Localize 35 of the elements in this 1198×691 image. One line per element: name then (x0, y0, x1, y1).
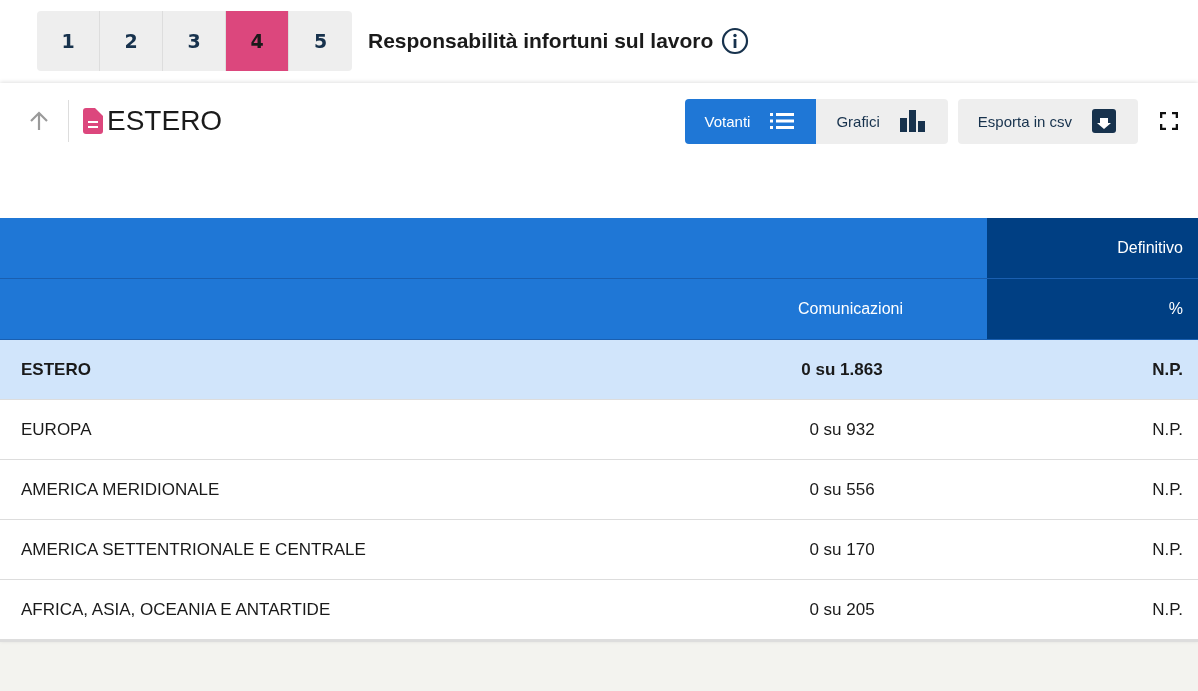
table-cell-text: 0 su 1.863 (800, 359, 884, 380)
column-header: % (987, 279, 1198, 339)
table-cell-text: N.P. (1151, 359, 1184, 380)
table-cell-text: EUROPA (20, 419, 93, 440)
table-cell-text: AMERICA SETTENTRIONALE E CENTRALE (20, 539, 367, 560)
archive-download-icon (1092, 109, 1116, 133)
table-cell-text: N.P. (1151, 539, 1184, 560)
table-cell-text: 0 su 205 (808, 599, 876, 620)
view-toggle-button[interactable]: Votanti (684, 98, 817, 144)
list-icon (770, 113, 795, 129)
step-tab[interactable]: 1 (37, 11, 100, 71)
step-tab[interactable]: 4 (226, 11, 289, 71)
step-tab[interactable]: 3 (163, 11, 226, 71)
info-icon[interactable] (721, 27, 750, 55)
table-cell-text: N.P. (1151, 419, 1184, 440)
bar-chart-icon (899, 110, 926, 132)
column-header: Comunicazioni (697, 279, 987, 339)
table-cell-text: 0 su 932 (808, 419, 876, 440)
question-title: Responsabilità infortuni sul lavoro (368, 29, 714, 53)
table-cell-text: 0 su 170 (808, 539, 876, 560)
step-tab[interactable]: 2 (100, 11, 163, 71)
fullscreen-button[interactable] (1160, 112, 1178, 130)
column-group-header: Definitivo (987, 218, 1198, 278)
table-cell-text: N.P. (1151, 599, 1184, 620)
up-arrow-icon[interactable] (28, 110, 50, 132)
table-cell-text: AMERICA MERIDIONALE (20, 479, 221, 500)
table-cell-text: N.P. (1151, 479, 1184, 500)
document-icon (83, 108, 103, 134)
export-button[interactable]: Esporta in csv (957, 98, 1138, 144)
panel-title: ESTERO (107, 105, 223, 137)
step-tab[interactable]: 5 (289, 11, 352, 71)
view-toggle-button[interactable]: Grafici (816, 98, 948, 144)
table-cell-text: 0 su 556 (808, 479, 876, 500)
table-cell-text: ESTERO (20, 359, 92, 380)
table-cell-text: AFRICA, ASIA, OCEANIA E ANTARTIDE (20, 599, 332, 620)
